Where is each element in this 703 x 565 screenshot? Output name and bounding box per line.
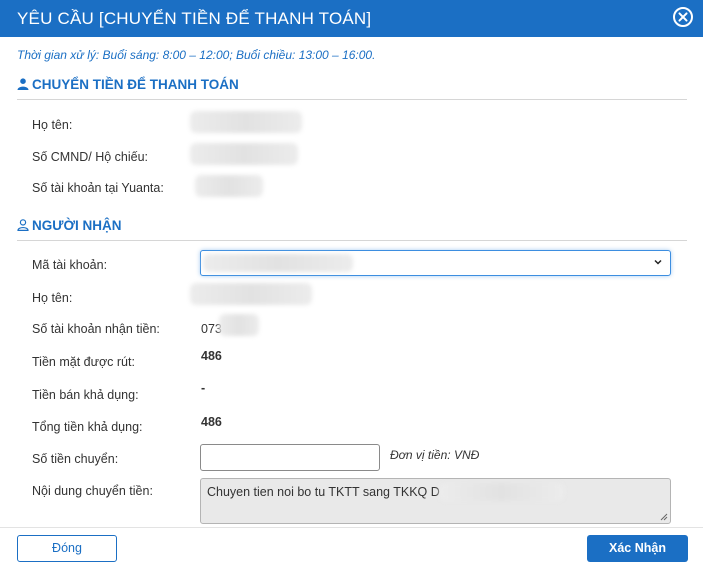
sender-section-heading: CHUYỂN TIỀN ĐỂ THANH TOÁN (17, 77, 687, 100)
recipient-section-title: NGƯỜI NHẬN (32, 218, 122, 233)
sender-name-value (190, 111, 302, 133)
account-code-label: Mã tài khoản: (32, 258, 108, 272)
close-circle-icon[interactable] (673, 7, 693, 27)
sender-section-title: CHUYỂN TIỀN ĐỂ THANH TOÁN (32, 77, 239, 92)
amount-input[interactable] (200, 444, 380, 471)
total-available-label: Tổng tiền khả dụng: (32, 420, 143, 434)
sender-account-label: Số tài khoản tại Yuanta: (32, 181, 164, 195)
cash-withdrawable-value: 486 (201, 349, 222, 363)
transfer-content-label: Nội dung chuyển tiền: (32, 484, 153, 498)
sender-name-label: Họ tên: (32, 118, 73, 132)
user-outline-icon (17, 219, 29, 231)
receive-account-label: Số tài khoản nhận tiền: (32, 322, 160, 336)
recipient-section-heading: NGƯỜI NHẬN (17, 218, 687, 241)
transfer-content-textarea[interactable]: Chuyen tien noi bo tu TKTT sang TKKQ D (200, 478, 671, 524)
dialog-footer: Đóng Xác Nhận (0, 527, 703, 565)
sender-id-value (190, 143, 298, 165)
currency-unit-text: Đơn vị tiền: VNĐ (390, 448, 480, 462)
dialog-titlebar: YÊU CẦU [CHUYỂN TIỀN ĐỂ THANH TOÁN] (0, 0, 703, 37)
sender-id-label: Số CMND/ Hộ chiếu: (32, 150, 149, 164)
sale-available-label: Tiền bán khả dụng: (32, 388, 139, 402)
dialog-title: YÊU CẦU [CHUYỂN TIỀN ĐỂ THANH TOÁN] (17, 9, 372, 28)
confirm-button[interactable]: Xác Nhận (587, 535, 688, 562)
transfer-content-hidden-part (439, 483, 564, 501)
receive-account-value-hidden (219, 314, 259, 336)
user-solid-icon (17, 78, 29, 90)
transfer-content-text: Chuyen tien noi bo tu TKTT sang TKKQ D (207, 485, 440, 499)
processing-time-notice: Thời gian xử lý: Buổi sáng: 8:00 – 12:00… (17, 48, 376, 62)
recipient-name-value (190, 283, 312, 305)
resize-handle-icon[interactable] (660, 513, 668, 521)
sale-available-value: - (201, 381, 206, 395)
sender-account-value (195, 175, 263, 197)
account-code-selected-value (203, 254, 353, 272)
close-button[interactable]: Đóng (17, 535, 117, 562)
amount-label: Số tiền chuyển: (32, 452, 119, 466)
account-code-select[interactable] (200, 250, 671, 276)
cash-withdrawable-label: Tiền mặt được rút: (32, 355, 135, 369)
recipient-name-label: Họ tên: (32, 291, 73, 305)
total-available-value: 486 (201, 415, 222, 429)
chevron-down-icon (654, 259, 662, 265)
